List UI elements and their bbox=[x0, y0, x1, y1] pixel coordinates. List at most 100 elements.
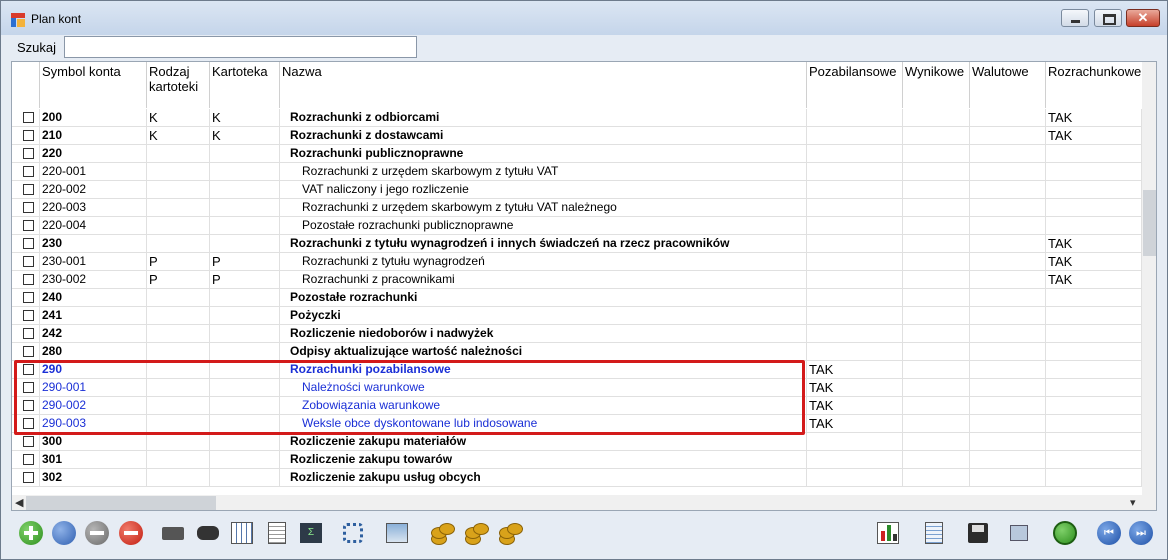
row-checkbox[interactable] bbox=[23, 436, 34, 447]
no-entry-button[interactable] bbox=[117, 519, 145, 547]
wynikowe-cell bbox=[903, 451, 970, 468]
row-checkbox[interactable] bbox=[23, 292, 34, 303]
table-row[interactable]: 242 Rozliczenie niedoborów i nadwyżek bbox=[12, 325, 1142, 343]
row-checkbox[interactable] bbox=[23, 238, 34, 249]
row-checkbox[interactable] bbox=[23, 310, 34, 321]
rodzaj-cell bbox=[147, 451, 210, 468]
select-cell bbox=[12, 163, 40, 180]
rozrachunkowe-cell bbox=[1046, 361, 1142, 378]
header-wynikowe[interactable]: Wynikowe bbox=[903, 62, 970, 108]
rozrachunkowe-cell bbox=[1046, 433, 1142, 450]
kartoteka-cell: K bbox=[210, 127, 280, 144]
walutowe-cell bbox=[970, 307, 1046, 324]
print-button[interactable] bbox=[159, 519, 187, 547]
rozrachunkowe-cell bbox=[1046, 451, 1142, 468]
walutowe-cell bbox=[970, 271, 1046, 288]
newspaper-button[interactable] bbox=[263, 519, 291, 547]
save-button[interactable] bbox=[964, 519, 992, 547]
header-rozrachunkowe[interactable]: Rozrachunkowe bbox=[1046, 62, 1142, 108]
row-checkbox[interactable] bbox=[23, 256, 34, 267]
horizontal-scroll-thumb[interactable] bbox=[26, 496, 216, 510]
scroll-right-icon[interactable]: ▾ bbox=[1130, 496, 1136, 510]
nazwa-cell: Rozliczenie zakupu usług obcych bbox=[280, 469, 807, 486]
header-pozabilansowe[interactable]: Pozabilansowe bbox=[807, 62, 903, 108]
wynikowe-cell bbox=[903, 361, 970, 378]
header-kartoteka[interactable]: Kartoteka bbox=[210, 62, 280, 108]
coins-button-2[interactable] bbox=[461, 519, 489, 547]
maximize-button[interactable] bbox=[1094, 9, 1122, 27]
table-row[interactable]: 220-003 Rozrachunki z urzędem skarbowym z… bbox=[12, 199, 1142, 217]
binoculars-icon bbox=[197, 526, 219, 540]
table-row[interactable]: 300 Rozliczenie zakupu materiałów bbox=[12, 433, 1142, 451]
window-chart-button[interactable] bbox=[383, 519, 411, 547]
row-checkbox[interactable] bbox=[23, 220, 34, 231]
calculator-button[interactable]: Σ bbox=[297, 519, 325, 547]
scroll-left-icon[interactable]: ◀ bbox=[15, 496, 23, 510]
first-record-button[interactable]: ⏮ bbox=[1095, 519, 1123, 547]
coins-button-1[interactable] bbox=[427, 519, 455, 547]
spreadsheet-button[interactable] bbox=[920, 519, 948, 547]
row-checkbox[interactable] bbox=[23, 166, 34, 177]
table-row[interactable]: 240 Pozostałe rozrachunki bbox=[12, 289, 1142, 307]
table-row[interactable]: 280 Odpisy aktualizujące wartość należnoś… bbox=[12, 343, 1142, 361]
row-checkbox[interactable] bbox=[23, 274, 34, 285]
last-record-button[interactable]: ⏭ bbox=[1127, 519, 1155, 547]
table-row[interactable]: 302 Rozliczenie zakupu usług obcych bbox=[12, 469, 1142, 487]
wynikowe-cell bbox=[903, 343, 970, 360]
row-checkbox[interactable] bbox=[23, 328, 34, 339]
refresh-button[interactable] bbox=[1051, 519, 1079, 547]
table-row[interactable]: 230-001 P P Rozrachunki z tytułu wynagrodze… bbox=[12, 253, 1142, 271]
table-row[interactable]: 220-001 Rozrachunki z urzędem skarbowym z… bbox=[12, 163, 1142, 181]
header-symbol[interactable]: Symbol konta bbox=[40, 62, 147, 108]
table-button[interactable] bbox=[228, 519, 256, 547]
no-entry-icon bbox=[119, 521, 143, 545]
row-checkbox[interactable] bbox=[23, 472, 34, 483]
hierarchy-button[interactable] bbox=[339, 519, 367, 547]
nazwa-cell: Rozrachunki z urzędem skarbowym z tytułu… bbox=[280, 163, 807, 180]
row-checkbox[interactable] bbox=[23, 346, 34, 357]
search-binoculars-button[interactable] bbox=[194, 519, 222, 547]
rodzaj-cell: K bbox=[147, 127, 210, 144]
select-cell bbox=[12, 289, 40, 306]
table-row[interactable]: 220-004 Pozostałe rozrachunki publicznopr… bbox=[12, 217, 1142, 235]
wynikowe-cell bbox=[903, 145, 970, 162]
header-nazwa[interactable]: Nazwa bbox=[280, 62, 807, 108]
table-row[interactable]: 301 Rozliczenie zakupu towarów bbox=[12, 451, 1142, 469]
search-input[interactable] bbox=[64, 36, 417, 58]
row-checkbox[interactable] bbox=[23, 202, 34, 213]
row-checkbox[interactable] bbox=[23, 148, 34, 159]
rozrachunkowe-cell: TAK bbox=[1046, 127, 1142, 144]
row-checkbox[interactable] bbox=[23, 130, 34, 141]
pozabilansowe-cell bbox=[807, 451, 903, 468]
row-checkbox[interactable] bbox=[23, 112, 34, 123]
header-rodzaj[interactable]: Rodzaj kartoteki bbox=[147, 62, 210, 108]
windows-icon bbox=[1010, 525, 1028, 541]
first-icon: ⏮ bbox=[1097, 521, 1121, 545]
preview-button[interactable] bbox=[50, 519, 78, 547]
table-row[interactable]: 230 Rozrachunki z tytułu wynagrodzeń i in… bbox=[12, 235, 1142, 253]
header-rodzaj-line1: Rodzaj bbox=[149, 64, 190, 79]
table-row[interactable]: 241 Pożyczki bbox=[12, 307, 1142, 325]
table-row[interactable]: 220-002 VAT naliczony i jego rozliczenie bbox=[12, 181, 1142, 199]
minimize-button[interactable] bbox=[1061, 9, 1089, 27]
select-cell bbox=[12, 325, 40, 342]
table-row[interactable]: 230-002 P P Rozrachunki z pracownikami TAK bbox=[12, 271, 1142, 289]
windows-button[interactable] bbox=[1006, 519, 1034, 547]
table-row[interactable]: 210 K K Rozrachunki z dostawcami TAK bbox=[12, 127, 1142, 145]
rozrachunkowe-cell bbox=[1046, 307, 1142, 324]
table-row[interactable]: 220 Rozrachunki publicznoprawne bbox=[12, 145, 1142, 163]
bar-chart-button[interactable] bbox=[874, 519, 902, 547]
add-button[interactable] bbox=[17, 519, 45, 547]
close-button[interactable]: ✕ bbox=[1126, 9, 1160, 27]
row-checkbox[interactable] bbox=[23, 184, 34, 195]
remove-button[interactable] bbox=[83, 519, 111, 547]
vertical-scroll-thumb[interactable] bbox=[1143, 190, 1156, 256]
pozabilansowe-cell: TAK bbox=[807, 397, 903, 414]
row-checkbox[interactable] bbox=[23, 454, 34, 465]
header-walutowe[interactable]: Walutowe bbox=[970, 62, 1046, 108]
coins-button-3[interactable] bbox=[495, 519, 523, 547]
horizontal-scrollbar[interactable]: ◀ ▾ bbox=[12, 495, 1156, 510]
vertical-scrollbar[interactable] bbox=[1142, 62, 1156, 495]
table-row[interactable]: 200 K K Rozrachunki z odbiorcami TAK bbox=[12, 109, 1142, 127]
nazwa-cell: Rozrachunki publicznoprawne bbox=[280, 145, 807, 162]
